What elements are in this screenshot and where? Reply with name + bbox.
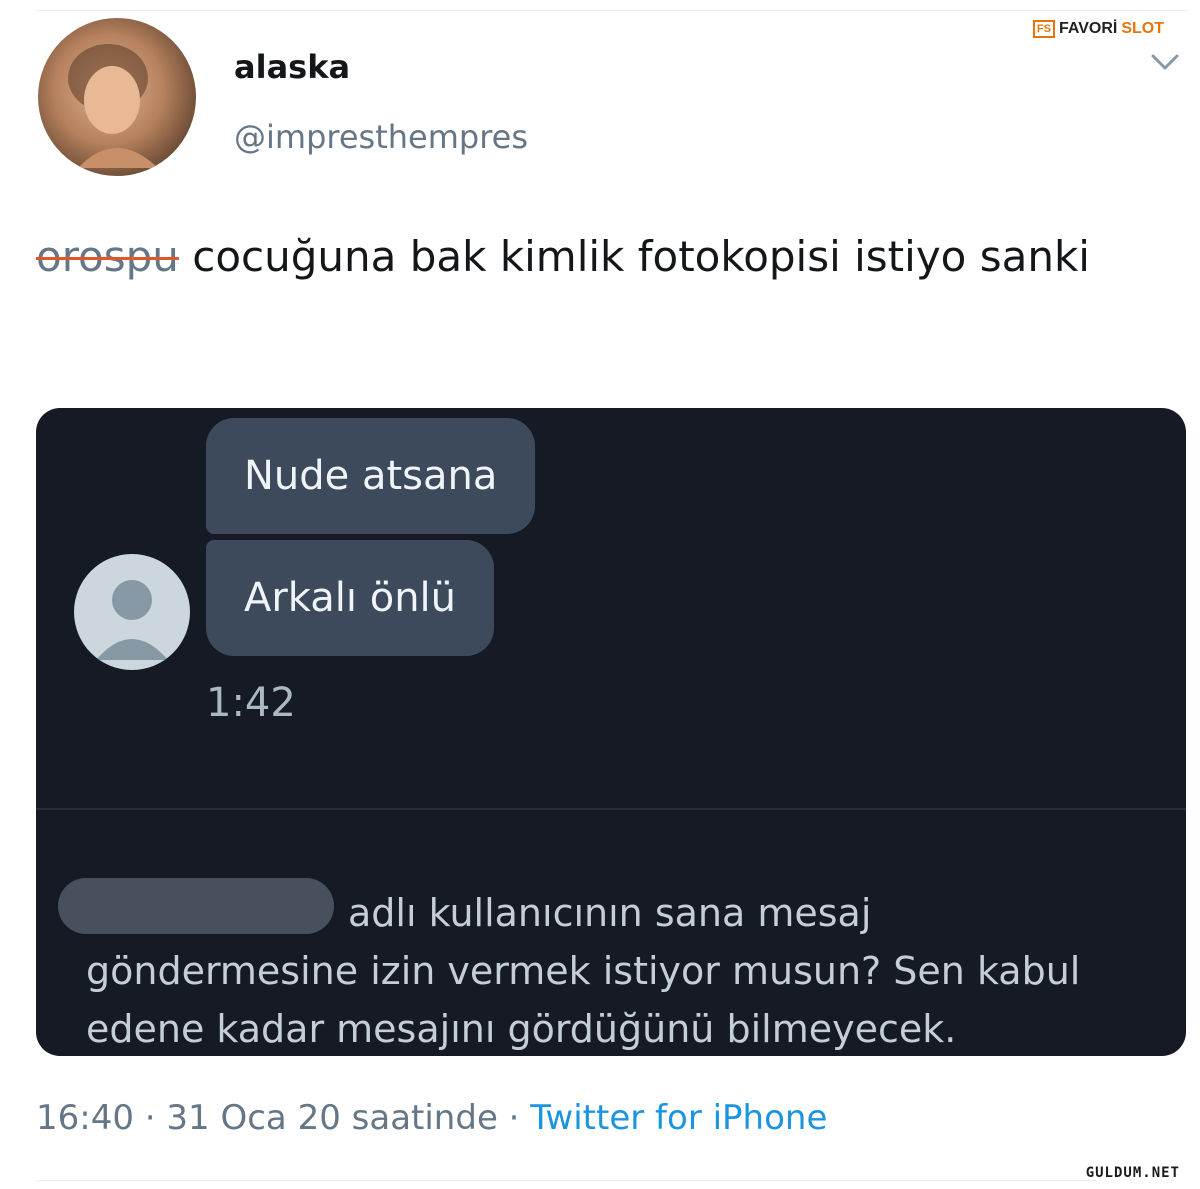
dm-time: 1:42 <box>206 680 296 726</box>
dm-bubble: Nude atsana <box>206 418 536 534</box>
dm-divider <box>36 808 1186 810</box>
tweet-source-link[interactable]: Twitter for iPhone <box>530 1098 827 1138</box>
tweet-text: orospu cocuğuna bak kimlik fotokopisi is… <box>36 228 1156 286</box>
user-handle[interactable]: @impresthempres <box>234 118 528 156</box>
brand-logo-box: FS <box>1032 20 1055 38</box>
brand-logo-text-1: FAVORİ <box>1058 20 1118 37</box>
tweet-body: cocuğuna bak kimlik fotokopisi istiyo sa… <box>178 232 1090 281</box>
default-avatar-icon <box>74 554 190 670</box>
brand-logo-text-2: SLOT <box>1121 20 1164 37</box>
avatar-photo <box>68 44 158 168</box>
brand-logo: FS FAVORİ SLOT <box>1032 20 1164 38</box>
tweet-meta: 16:40 · 31 Oca 20 saatinde · Twitter for… <box>36 1098 827 1138</box>
chevron-down-icon[interactable] <box>1150 52 1180 72</box>
tweet-timestamp[interactable]: 16:40 · 31 Oca 20 saatinde · <box>36 1098 530 1138</box>
top-divider <box>36 10 1188 11</box>
dm-bubble: Arkalı önlü <box>206 540 495 656</box>
dm-screenshot: Nude atsana Arkalı önlü 1:42 adlı kullan… <box>36 408 1186 1056</box>
watermark: GULDUM.NET <box>1085 1165 1180 1181</box>
struck-word: orospu <box>36 232 179 281</box>
dm-request-notice: adlı kullanıcının sana mesaj göndermesin… <box>86 891 1081 1051</box>
bottom-divider <box>36 1180 1096 1181</box>
user-avatar[interactable] <box>38 18 196 176</box>
display-name[interactable]: alaska <box>234 48 350 86</box>
